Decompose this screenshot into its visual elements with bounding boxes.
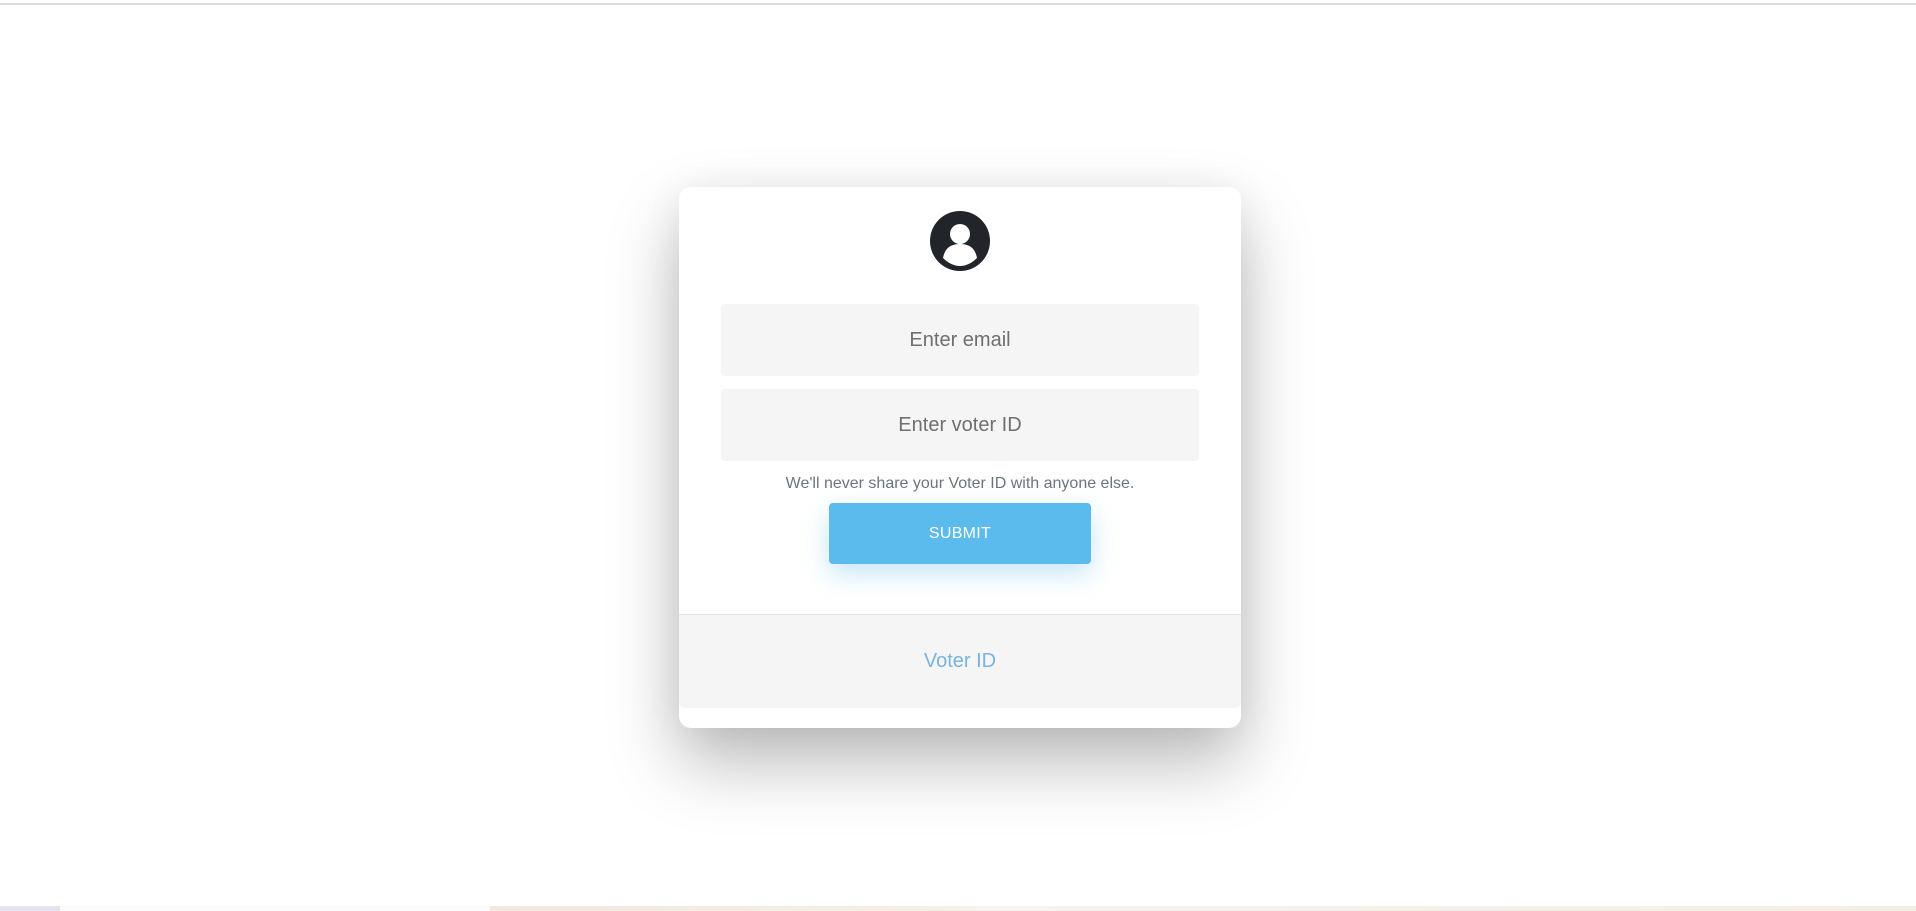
email-field[interactable] bbox=[721, 304, 1199, 376]
card-footer: Voter ID bbox=[679, 614, 1241, 708]
bottom-edge-strip bbox=[0, 906, 1916, 911]
voter-id-help-text: We'll never share your Voter ID with any… bbox=[785, 475, 1135, 492]
submit-button[interactable]: SUBMIT bbox=[829, 503, 1091, 564]
top-divider bbox=[0, 3, 1916, 5]
login-card: We'll never share your Voter ID with any… bbox=[679, 187, 1241, 728]
voter-id-field[interactable] bbox=[721, 389, 1199, 461]
user-circle-icon bbox=[930, 211, 990, 271]
